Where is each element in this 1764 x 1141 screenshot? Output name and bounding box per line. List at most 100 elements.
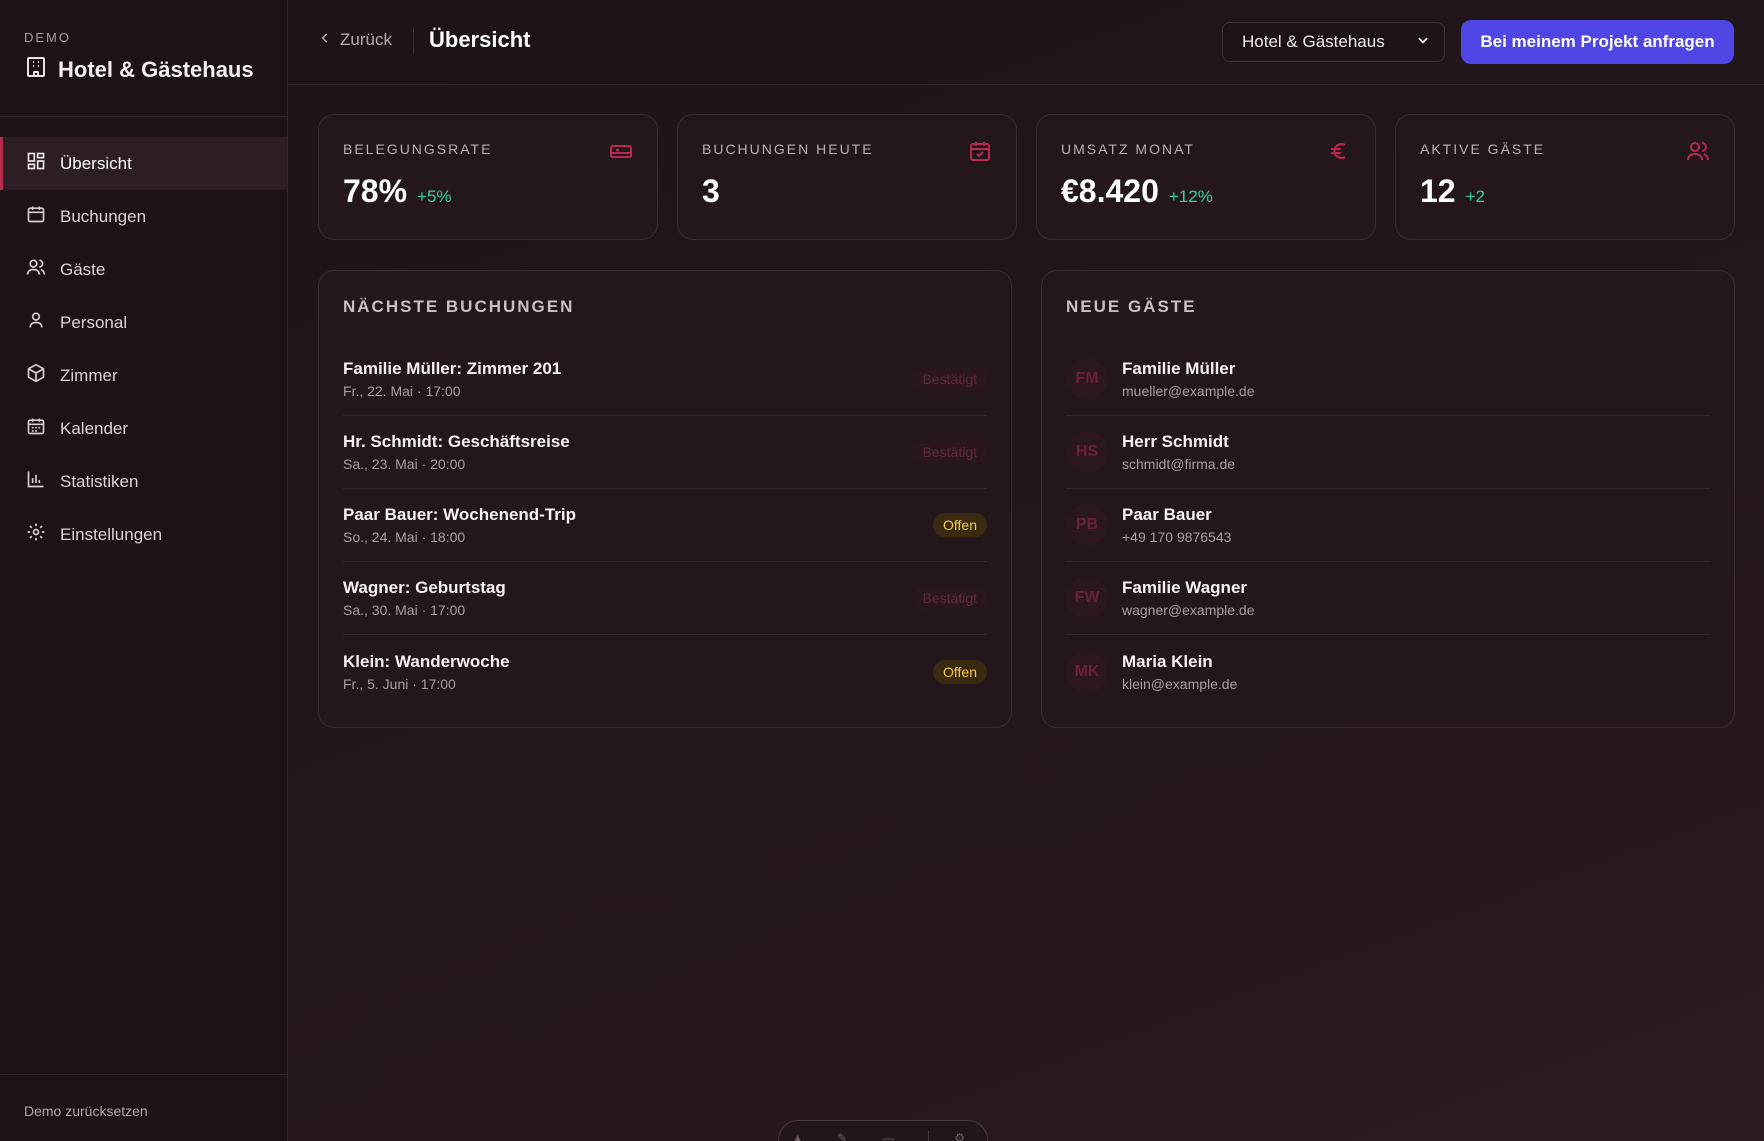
header-divider	[413, 28, 414, 54]
request-project-button[interactable]: Bei meinem Projekt anfragen	[1461, 20, 1734, 64]
sidebar-item-gaeste[interactable]: Gäste	[0, 243, 287, 296]
guest-name: Familie Müller	[1122, 359, 1236, 378]
booking-name: Wagner: Geburtstag	[343, 578, 506, 597]
guest-contact: schmidt@firma.de	[1122, 456, 1236, 472]
gear-icon[interactable]: ⚙	[954, 1131, 974, 1141]
stat-label: UMSATZ MONAT	[1061, 141, 1195, 157]
select-value: Hotel & Gästehaus	[1242, 32, 1385, 51]
sidebar-item-zimmer[interactable]: Zimmer	[0, 349, 287, 402]
avatar: FW	[1066, 577, 1108, 619]
sidebar-item-label: Gäste	[60, 259, 106, 279]
app-title: Hotel & Gästehaus	[58, 56, 254, 82]
booking-name: Klein: Wanderwoche	[343, 651, 510, 671]
sidebar-item-einstellungen[interactable]: Einstellungen	[0, 508, 287, 561]
stat-value: 78%	[343, 173, 408, 209]
guest-contact: wagner@example.de	[1122, 602, 1255, 618]
status-badge: Offen	[933, 659, 987, 684]
avatar: MK	[1066, 650, 1108, 693]
sidebar: DEMO Hotel & Gästehaus Übersicht Buchung…	[0, 0, 288, 1141]
booking-name: Paar Bauer: Wochenend-Trip	[343, 505, 577, 524]
stat-value: €8.420	[1061, 173, 1159, 209]
calendar-check-icon	[968, 139, 992, 163]
demo-label: DEMO	[24, 30, 71, 45]
guest-row[interactable]: HS Herr Schmidt schmidt@firma.de	[1066, 416, 1710, 489]
booking-row[interactable]: Hr. Schmidt: Geschäftsreise Sa., 23. Mai…	[343, 416, 987, 489]
stat-card-revenue: UMSATZ MONAT €8.420 +12%	[1036, 114, 1376, 240]
business-type-select[interactable]: Hotel & Gästehaus	[1222, 22, 1445, 62]
stat-delta: +2	[1465, 187, 1485, 206]
sidebar-item-label: Einstellungen	[60, 524, 163, 544]
booking-list: Familie Müller: Zimmer 201 Fr., 22. Mai …	[343, 343, 987, 708]
booking-time: So., 24. Mai · 18:00	[343, 529, 466, 545]
stat-value-row: €8.420 +12%	[1061, 173, 1351, 210]
top-header: Zurück Übersicht Hotel & Gästehaus Bei m…	[288, 0, 1764, 85]
sidebar-nav: Übersicht Buchungen Gäste Personal Zimme…	[0, 137, 287, 561]
calendar-icon	[26, 204, 46, 229]
chevron-down-icon	[1416, 32, 1430, 52]
booking-row[interactable]: Paar Bauer: Wochenend-Trip So., 24. Mai …	[343, 489, 987, 562]
grid-icon	[26, 151, 46, 176]
status-badge: Bestätigt	[912, 586, 987, 610]
sidebar-item-label: Kalender	[60, 418, 129, 438]
euro-icon	[1327, 139, 1351, 163]
stat-value-row: 3	[702, 173, 992, 210]
sidebar-item-buchungen[interactable]: Buchungen	[0, 190, 287, 243]
toolbar-icon-1[interactable]: ▲	[792, 1131, 812, 1141]
sidebar-item-kalender[interactable]: Kalender	[0, 402, 287, 455]
back-label: Zurück	[340, 30, 392, 49]
back-link[interactable]: Zurück	[318, 30, 392, 50]
box-icon	[26, 363, 46, 388]
stat-value: 12	[1420, 173, 1456, 209]
panel-title: NÄCHSTE BUCHUNGEN	[343, 297, 575, 316]
stat-card-occupancy: BELEGUNGSRATE 78% +5%	[318, 114, 658, 240]
stat-delta: +12%	[1168, 187, 1213, 206]
booking-name: Hr. Schmidt: Geschäftsreise	[343, 432, 570, 451]
reset-demo-link[interactable]: Demo zurücksetzen	[0, 1074, 287, 1141]
chevron-left-icon	[318, 30, 332, 50]
avatar: FM	[1066, 358, 1108, 400]
status-badge: Offen	[933, 513, 987, 537]
booking-row[interactable]: Familie Müller: Zimmer 201 Fr., 22. Mai …	[343, 343, 987, 416]
booking-time: Sa., 23. Mai · 20:00	[343, 456, 466, 472]
guest-contact: klein@example.de	[1122, 675, 1238, 692]
sidebar-item-label: Übersicht	[60, 153, 132, 173]
floating-toolbar[interactable]: ▲ ✎ — ⚙	[778, 1120, 988, 1141]
sidebar-item-statistiken[interactable]: Statistiken	[0, 455, 287, 508]
toolbar-icon-2[interactable]: ✎	[837, 1131, 857, 1141]
user-icon	[26, 310, 46, 335]
stat-card-active-guests: AKTIVE GÄSTE 12 +2	[1395, 114, 1735, 240]
guest-row[interactable]: FW Familie Wagner wagner@example.de	[1066, 562, 1710, 635]
users-icon	[26, 257, 46, 282]
guest-list: FM Familie Müller mueller@example.de HS …	[1066, 343, 1710, 708]
booking-time: Sa., 30. Mai · 17:00	[343, 602, 466, 618]
stat-label: AKTIVE GÄSTE	[1420, 141, 1546, 157]
status-badge: Bestätigt	[912, 440, 987, 464]
calendar-grid-icon	[26, 416, 46, 441]
upcoming-bookings-panel: NÄCHSTE BUCHUNGEN Familie Müller: Zimmer…	[318, 270, 1012, 728]
guest-row[interactable]: MK Maria Klein klein@example.de	[1066, 635, 1710, 708]
booking-row[interactable]: Wagner: Geburtstag Sa., 30. Mai · 17:00 …	[343, 562, 987, 635]
building-icon	[24, 55, 48, 84]
sidebar-item-label: Statistiken	[60, 471, 139, 491]
page-title: Übersicht	[429, 27, 531, 52]
stat-value-row: 12 +2	[1420, 173, 1710, 210]
sidebar-item-label: Personal	[60, 312, 128, 332]
menu-icon[interactable]: —	[882, 1131, 902, 1141]
sidebar-item-label: Zimmer	[60, 365, 118, 385]
status-badge: Bestätigt	[912, 367, 987, 391]
gear-icon	[26, 522, 46, 547]
stat-value-row: 78% +5%	[343, 173, 633, 210]
guest-row[interactable]: FM Familie Müller mueller@example.de	[1066, 343, 1710, 416]
sidebar-item-personal[interactable]: Personal	[0, 296, 287, 349]
sidebar-item-uebersicht[interactable]: Übersicht	[0, 137, 287, 190]
guest-contact: mueller@example.de	[1122, 383, 1255, 399]
stat-label: BUCHUNGEN HEUTE	[702, 141, 874, 157]
guest-row[interactable]: PB Paar Bauer +49 170 9876543	[1066, 489, 1710, 562]
toolbar-divider	[927, 1131, 929, 1141]
stat-label: BELEGUNGSRATE	[343, 141, 493, 157]
guest-contact: +49 170 9876543	[1122, 529, 1232, 545]
booking-row[interactable]: Klein: Wanderwoche Fr., 5. Juni · 17:00 …	[343, 635, 987, 708]
booking-time: Fr., 22. Mai · 17:00	[343, 383, 461, 399]
users-icon	[1686, 139, 1710, 163]
booking-name: Familie Müller: Zimmer 201	[343, 359, 562, 378]
